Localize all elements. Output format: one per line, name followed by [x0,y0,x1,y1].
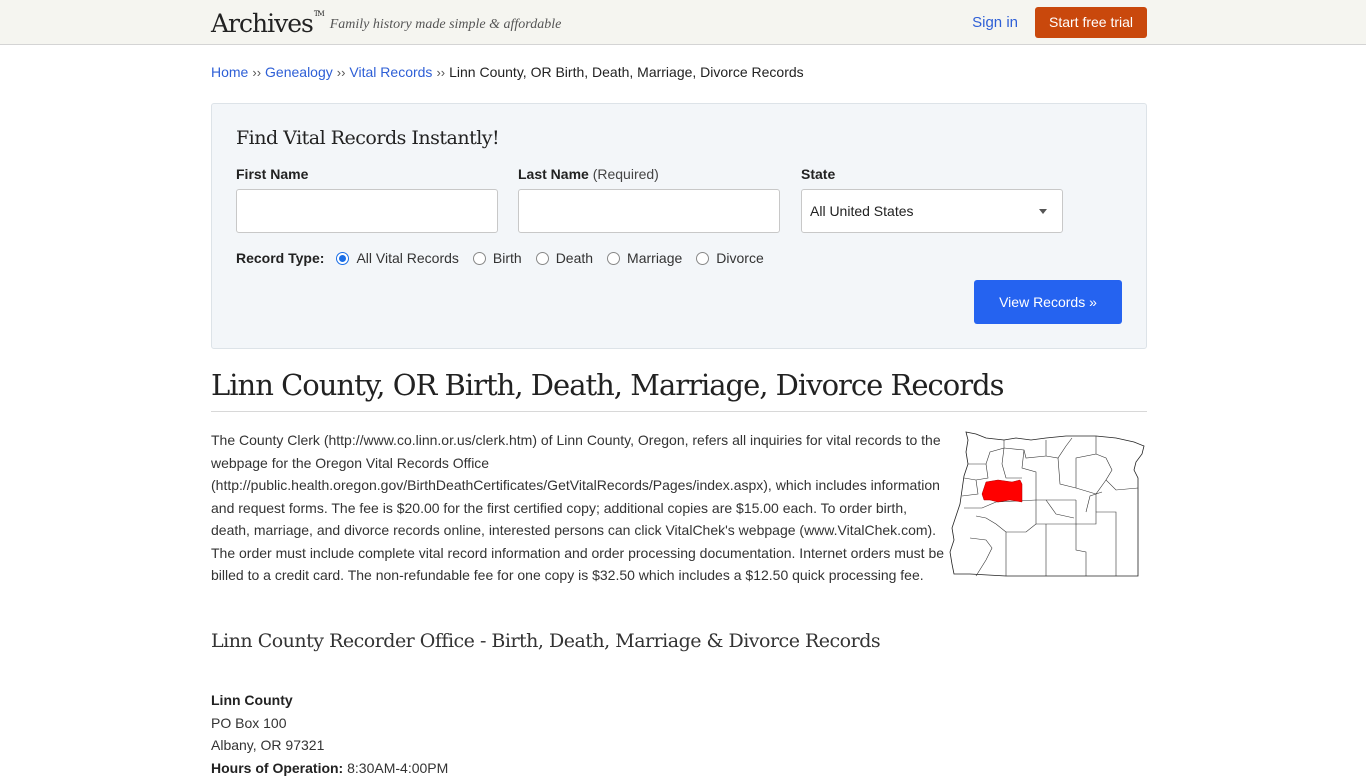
page-title: Linn County, OR Birth, Death, Marriage, … [211,368,1004,402]
record-type-group: Record Type: All Vital Records Birth Dea… [236,250,778,266]
record-type-label: Record Type: [236,250,324,266]
breadcrumb-home[interactable]: Home [211,64,248,80]
breadcrumb: Home››Genealogy››Vital Records››Linn Cou… [211,64,804,80]
state-selected-value: All United States [810,203,914,219]
linn-county-highlight [982,480,1022,502]
recorder-office-heading: Linn County Recorder Office - Birth, Dea… [211,630,880,652]
breadcrumb-genealogy[interactable]: Genealogy [265,64,333,80]
office-name: Linn County [211,689,448,712]
radio-all-vital-records[interactable]: All Vital Records [336,250,458,266]
last-name-input[interactable] [518,189,780,233]
start-free-trial-button[interactable]: Start free trial [1035,7,1147,38]
radio-divorce[interactable]: Divorce [696,250,763,266]
chevron-down-icon [1039,209,1047,214]
radio-button[interactable] [473,252,486,265]
first-name-input[interactable] [236,189,498,233]
breadcrumb-current: Linn County, OR Birth, Death, Marriage, … [449,64,804,80]
archives-logo[interactable]: ArchivesTM [211,9,324,38]
state-label: State [801,166,835,182]
logo-text: Archives [211,9,313,38]
office-address-line2: Albany, OR 97321 [211,734,448,757]
radio-label: Marriage [627,250,682,266]
first-name-label: First Name [236,166,308,182]
view-records-button[interactable]: View Records » [974,280,1122,324]
logo-trademark: TM [314,10,324,18]
radio-label: All Vital Records [356,250,458,266]
required-note: (Required) [593,166,659,182]
radio-label: Divorce [716,250,763,266]
last-name-label-text: Last Name [518,166,589,182]
tagline: Family history made simple & affordable [330,17,562,33]
office-address-block: Linn County PO Box 100 Albany, OR 97321 … [211,689,448,779]
breadcrumb-separator: ›› [436,65,445,80]
radio-marriage[interactable]: Marriage [607,250,682,266]
breadcrumb-separator: ›› [252,65,261,80]
office-address-line1: PO Box 100 [211,712,448,735]
radio-button[interactable] [696,252,709,265]
radio-button[interactable] [536,252,549,265]
radio-birth[interactable]: Birth [473,250,522,266]
state-select[interactable]: All United States [801,189,1063,233]
title-divider [211,411,1147,412]
sign-in-link[interactable]: Sign in [972,14,1018,31]
oregon-county-map [946,428,1148,580]
search-title: Find Vital Records Instantly! [236,127,499,149]
breadcrumb-vital-records[interactable]: Vital Records [349,64,432,80]
radio-label: Death [556,250,593,266]
oregon-outline [950,432,1144,576]
breadcrumb-separator: ›› [337,65,346,80]
description-text: The County Clerk (http://www.co.linn.or.… [211,429,947,587]
radio-death[interactable]: Death [536,250,593,266]
search-form: Find Vital Records Instantly! First Name… [211,103,1147,349]
last-name-label: Last Name (Required) [518,166,659,182]
radio-button[interactable] [336,252,349,265]
radio-button[interactable] [607,252,620,265]
top-navbar: ArchivesTM Family history made simple & … [0,0,1366,45]
radio-label: Birth [493,250,522,266]
